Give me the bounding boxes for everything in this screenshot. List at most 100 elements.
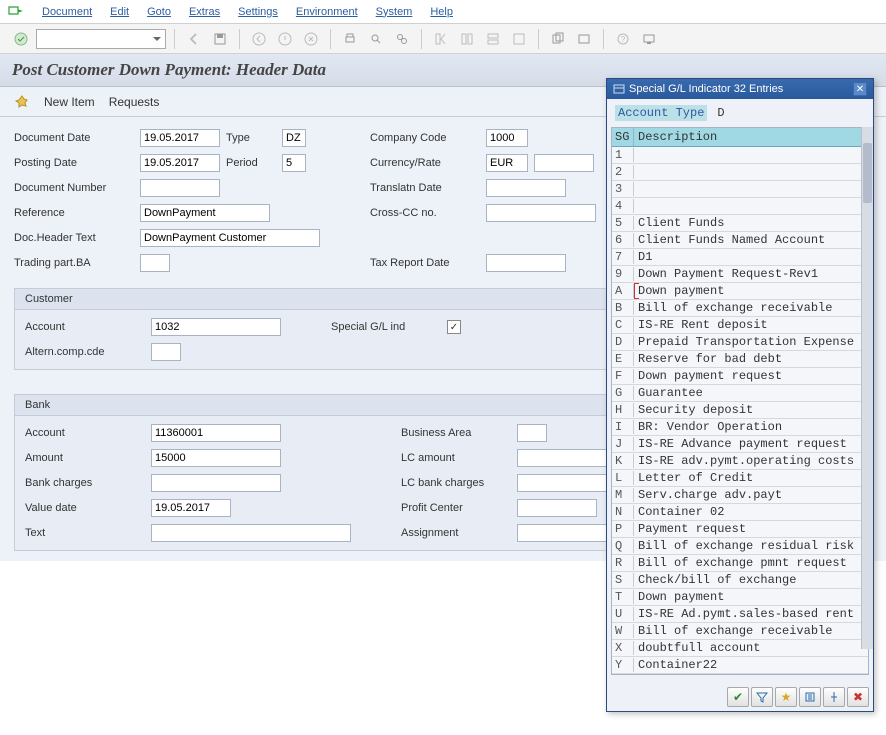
company-code-input[interactable] [486, 129, 528, 147]
save-icon[interactable] [209, 28, 231, 50]
cancel-icon[interactable]: ✖ [847, 687, 869, 707]
help-icon[interactable]: ? [612, 28, 634, 50]
type-input[interactable] [282, 129, 306, 147]
doc-header-text-label: Doc.Header Text [14, 232, 134, 244]
list-row[interactable]: 5Client Funds [612, 215, 868, 232]
list-row[interactable]: KIS-RE adv.pymt.operating costs [612, 453, 868, 470]
list-row[interactable]: BBill of exchange receivable [612, 300, 868, 317]
translatn-date-input[interactable] [486, 179, 566, 197]
popup-scrollbar[interactable] [861, 127, 873, 649]
list-row[interactable]: HSecurity deposit [612, 402, 868, 419]
list-row[interactable]: 3 [612, 181, 868, 198]
list-row[interactable]: DPrepaid Transportation Expense [612, 334, 868, 351]
list-row[interactable]: 1 [612, 147, 868, 164]
list-row[interactable]: Xdoubtfull account [612, 640, 868, 657]
tax-report-date-input[interactable] [486, 254, 566, 272]
menu-settings[interactable]: Settings [238, 6, 278, 18]
text-input[interactable] [151, 524, 351, 542]
list-row[interactable]: PPayment request [612, 521, 868, 538]
menu-help[interactable]: Help [430, 6, 453, 18]
list-cell-sg: H [612, 403, 634, 417]
pin-icon[interactable] [823, 687, 845, 707]
menu-goto[interactable]: Goto [147, 6, 171, 18]
ok-icon[interactable]: ✔ [727, 687, 749, 707]
special-gl-ind-checkbox[interactable]: ✓ [447, 320, 461, 334]
print-icon[interactable] [339, 28, 361, 50]
favorite-icon[interactable]: ★ [775, 687, 797, 707]
list-row[interactable]: 4 [612, 198, 868, 215]
menu-extras[interactable]: Extras [189, 6, 220, 18]
popup-close-icon[interactable]: ✕ [853, 82, 867, 96]
new-item-link[interactable]: New Item [44, 95, 95, 109]
menu-edit[interactable]: Edit [110, 6, 129, 18]
trading-part-ba-input[interactable] [140, 254, 170, 272]
list-row[interactable]: RBill of exchange pmnt request [612, 555, 868, 572]
shortcut-icon[interactable] [573, 28, 595, 50]
list-row[interactable]: GGuarantee [612, 385, 868, 402]
list-row[interactable]: NContainer 02 [612, 504, 868, 521]
business-area-input[interactable] [517, 424, 547, 442]
find-icon[interactable] [365, 28, 387, 50]
profit-center-input[interactable] [517, 499, 597, 517]
amount-input[interactable] [151, 449, 281, 467]
last-page-icon[interactable] [508, 28, 530, 50]
tech-info-icon[interactable] [799, 687, 821, 707]
nav-back-icon[interactable] [248, 28, 270, 50]
next-page-icon[interactable] [482, 28, 504, 50]
list-row[interactable]: JIS-RE Advance payment request [612, 436, 868, 453]
cross-cc-no-input[interactable] [486, 204, 596, 222]
customer-account-input[interactable] [151, 318, 281, 336]
nav-cancel-icon[interactable] [300, 28, 322, 50]
layout-icon[interactable] [638, 28, 660, 50]
rate-input[interactable] [534, 154, 594, 172]
bank-charges-input[interactable] [151, 474, 281, 492]
menu-environment[interactable]: Environment [296, 6, 358, 18]
command-field[interactable] [36, 29, 166, 49]
svg-text:?: ? [621, 35, 626, 44]
enter-icon[interactable] [10, 28, 32, 50]
menu-document[interactable]: Document [42, 6, 92, 18]
list-row[interactable]: TDown payment [612, 589, 868, 606]
list-row[interactable]: ADown payment [612, 283, 868, 300]
doc-header-text-input[interactable] [140, 229, 320, 247]
menu-system[interactable]: System [376, 6, 413, 18]
nav-exit-icon[interactable] [274, 28, 296, 50]
list-row[interactable]: MServ.charge adv.payt [612, 487, 868, 504]
list-row[interactable]: CIS-RE Rent deposit [612, 317, 868, 334]
bank-account-input[interactable] [151, 424, 281, 442]
document-date-input[interactable] [140, 129, 220, 147]
list-row[interactable]: EReserve for bad debt [612, 351, 868, 368]
list-row[interactable]: IBR: Vendor Operation [612, 419, 868, 436]
document-number-input[interactable] [140, 179, 220, 197]
list-row[interactable]: FDown payment request [612, 368, 868, 385]
col-header-desc[interactable]: Description [634, 128, 868, 146]
list-row[interactable]: QBill of exchange residual risk [612, 538, 868, 555]
reference-input[interactable] [140, 204, 270, 222]
new-item-icon[interactable] [14, 94, 30, 110]
period-input[interactable] [282, 154, 306, 172]
altern-comp-cde-input[interactable] [151, 343, 181, 361]
list-row[interactable]: WBill of exchange receivable [612, 623, 868, 640]
list-row[interactable]: 2 [612, 164, 868, 181]
col-header-sg[interactable]: SG [612, 128, 634, 146]
list-row[interactable]: LLetter of Credit [612, 470, 868, 487]
list-row[interactable]: SCheck/bill of exchange [612, 572, 868, 589]
currency-input[interactable] [486, 154, 528, 172]
list-row[interactable]: YContainer22 [612, 657, 868, 674]
prev-page-icon[interactable] [456, 28, 478, 50]
first-page-icon[interactable] [430, 28, 452, 50]
bank-account-label: Account [25, 427, 145, 439]
list-row[interactable]: UIS-RE Ad.pymt.sales-based rent [612, 606, 868, 623]
posting-date-input[interactable] [140, 154, 220, 172]
back-icon[interactable] [183, 28, 205, 50]
requests-link[interactable]: Requests [109, 95, 160, 109]
list-cell-desc: Bill of exchange receivable [634, 624, 868, 638]
list-row[interactable]: 7D1 [612, 249, 868, 266]
list-row[interactable]: 9Down Payment Request-Rev1 [612, 266, 868, 283]
value-date-input[interactable] [151, 499, 231, 517]
new-session-icon[interactable] [547, 28, 569, 50]
list-row[interactable]: 6Client Funds Named Account [612, 232, 868, 249]
app-menu-icon[interactable] [6, 3, 24, 21]
find-next-icon[interactable] [391, 28, 413, 50]
filter-icon[interactable] [751, 687, 773, 707]
